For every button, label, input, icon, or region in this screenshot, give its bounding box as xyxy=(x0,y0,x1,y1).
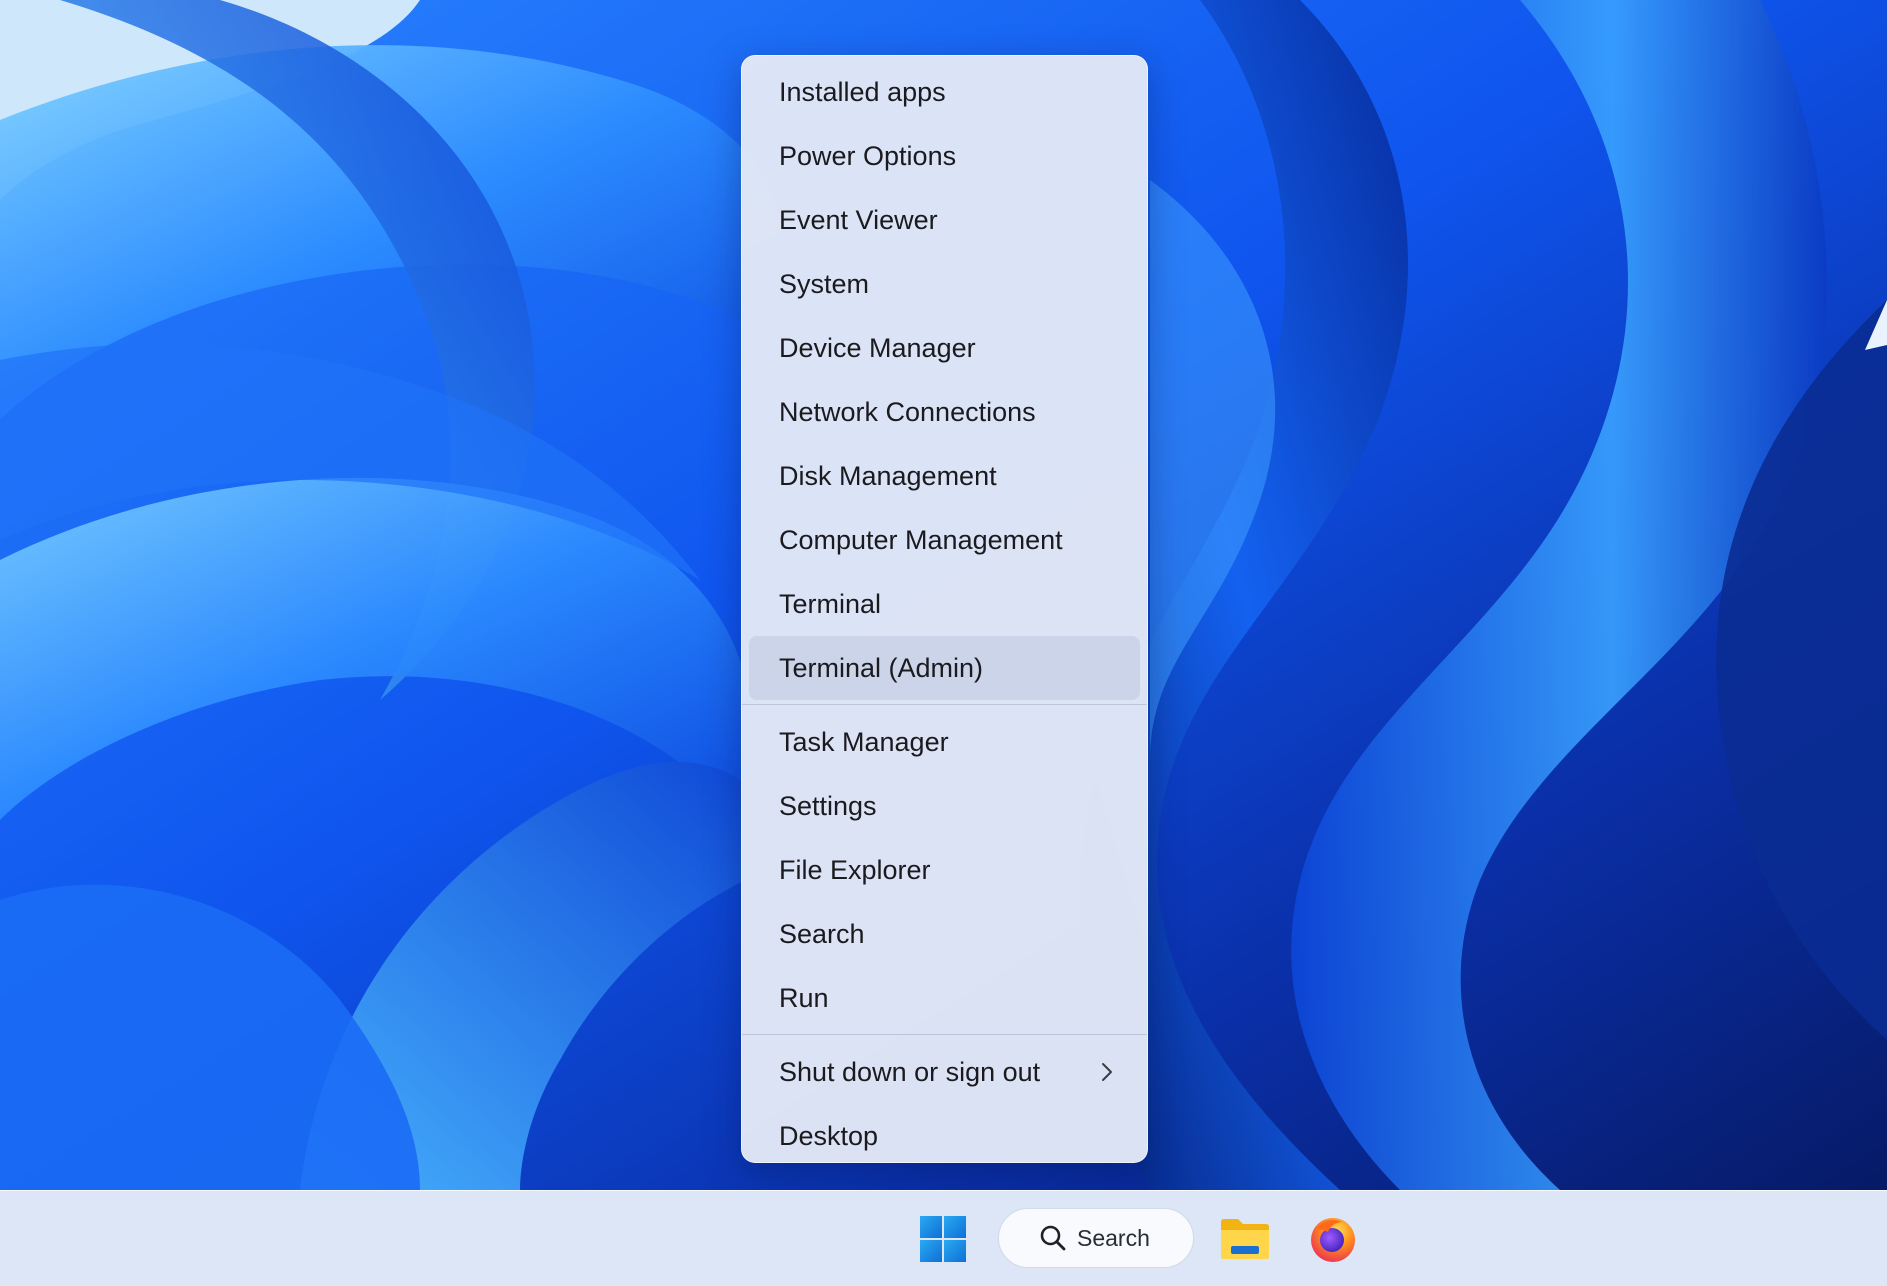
menu-item-label: Desktop xyxy=(779,1120,879,1151)
menu-item-system[interactable]: System xyxy=(749,252,1140,316)
menu-item-label: Search xyxy=(779,918,865,949)
taskbar-search-box[interactable]: Search xyxy=(998,1208,1194,1268)
menu-separator xyxy=(742,1034,1147,1035)
menu-item-file-explorer[interactable]: File Explorer xyxy=(749,838,1140,902)
winx-context-menu: Installed apps Power Options Event Viewe… xyxy=(741,55,1148,1163)
menu-item-label: Terminal (Admin) xyxy=(779,652,984,683)
menu-item-settings[interactable]: Settings xyxy=(749,774,1140,838)
menu-item-label: File Explorer xyxy=(779,854,931,885)
menu-item-label: Task Manager xyxy=(779,726,949,757)
menu-item-label: Disk Management xyxy=(779,460,997,491)
menu-item-label: Run xyxy=(779,982,829,1013)
taskbar-file-explorer[interactable] xyxy=(1216,1210,1274,1268)
taskbar-firefox[interactable] xyxy=(1304,1210,1362,1268)
chevron-right-icon xyxy=(1102,1063,1112,1081)
menu-item-shut-down-or-sign-out[interactable]: Shut down or sign out xyxy=(749,1040,1140,1104)
menu-item-label: Computer Management xyxy=(779,524,1063,555)
taskbar: Search xyxy=(0,1190,1887,1286)
menu-item-power-options[interactable]: Power Options xyxy=(749,124,1140,188)
menu-item-task-manager[interactable]: Task Manager xyxy=(749,710,1140,774)
menu-item-computer-management[interactable]: Computer Management xyxy=(749,508,1140,572)
menu-item-network-connections[interactable]: Network Connections xyxy=(749,380,1140,444)
menu-item-label: Device Manager xyxy=(779,332,976,363)
menu-item-label: Power Options xyxy=(779,140,957,171)
menu-item-label: Network Connections xyxy=(779,396,1036,427)
firefox-icon xyxy=(1311,1218,1355,1262)
menu-item-search[interactable]: Search xyxy=(749,902,1140,966)
menu-separator xyxy=(742,704,1147,705)
taskbar-search-label: Search xyxy=(1077,1224,1150,1251)
windows-logo-icon xyxy=(920,1216,966,1262)
menu-item-event-viewer[interactable]: Event Viewer xyxy=(749,188,1140,252)
menu-item-terminal-admin[interactable]: Terminal (Admin) xyxy=(749,636,1140,700)
menu-item-device-manager[interactable]: Device Manager xyxy=(749,316,1140,380)
menu-item-label: System xyxy=(779,268,870,299)
menu-item-desktop[interactable]: Desktop xyxy=(749,1104,1140,1168)
menu-item-disk-management[interactable]: Disk Management xyxy=(749,444,1140,508)
menu-item-label: Event Viewer xyxy=(779,204,938,235)
start-button[interactable] xyxy=(914,1210,972,1268)
search-icon xyxy=(1040,1225,1066,1251)
menu-item-label: Settings xyxy=(779,790,877,821)
menu-item-label: Installed apps xyxy=(779,76,946,107)
menu-item-installed-apps[interactable]: Installed apps xyxy=(749,60,1140,124)
menu-item-label: Terminal xyxy=(779,588,882,619)
menu-item-run[interactable]: Run xyxy=(749,966,1140,1030)
folder-icon xyxy=(1221,1219,1269,1259)
menu-item-terminal[interactable]: Terminal xyxy=(749,572,1140,636)
menu-item-label: Shut down or sign out xyxy=(779,1056,1041,1087)
